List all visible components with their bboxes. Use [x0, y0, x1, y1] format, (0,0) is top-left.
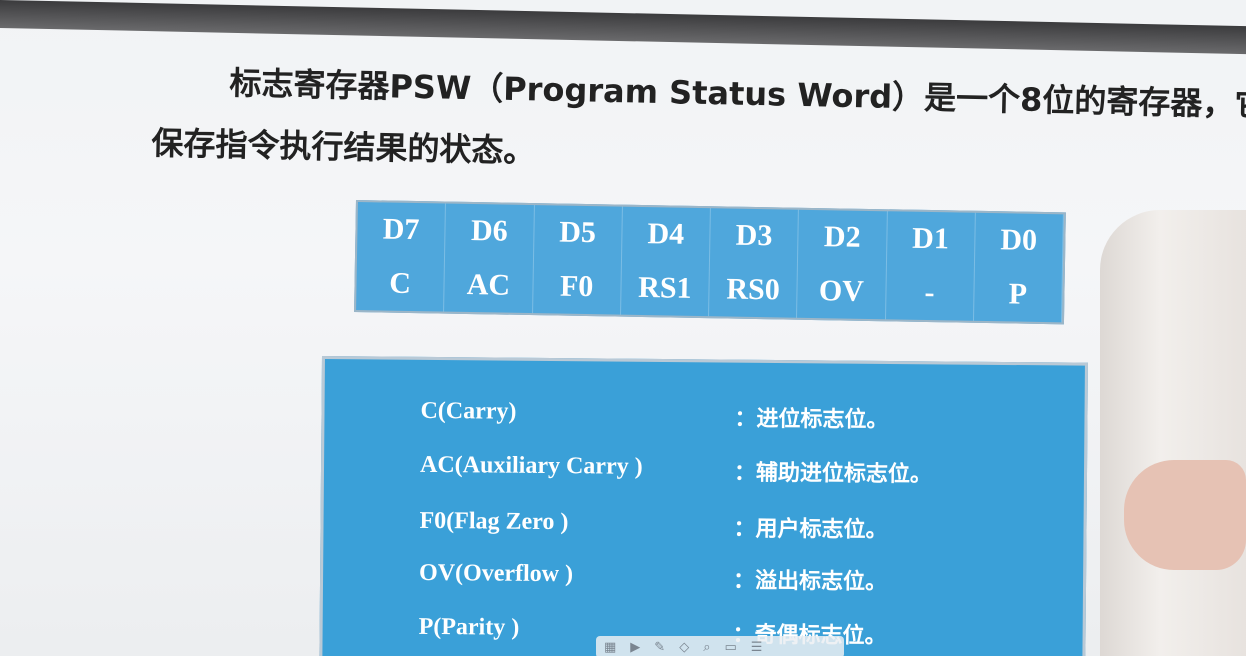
- flag-term: F0(Flag Zero ): [419, 507, 569, 536]
- bit-header: D5: [533, 205, 623, 261]
- menu-icon[interactable]: ☰: [751, 640, 763, 655]
- pen-icon[interactable]: ✎: [654, 640, 665, 655]
- flag-meaning: ：溢出标志位。: [732, 568, 888, 595]
- bit-header: D2: [798, 209, 888, 266]
- grid-icon[interactable]: ▦: [604, 640, 616, 655]
- flag-term: C(Carry): [420, 397, 517, 425]
- description-row: OV(Overflow ) ：溢出标志位。: [419, 560, 1059, 598]
- flag-name: -: [885, 265, 975, 321]
- description-row: AC(Auxiliary Carry ) ：辅助进位标志位。: [420, 452, 1060, 490]
- screen-bezel: [0, 0, 1246, 55]
- flag-meaning: ：辅助进位标志位。: [733, 460, 933, 488]
- screen-icon[interactable]: ▭: [724, 640, 736, 655]
- projection-screen: 标志寄存器PSW（Program Status Word）是一个8位的寄存器，它…: [0, 0, 1246, 656]
- flag-description-panel: C(Carry) ：进位标志位。 AC(Auxiliary Carry ) ：辅…: [319, 356, 1088, 656]
- presentation-toolbar[interactable]: ▦ ▶ ✎ ◇ ⌕ ▭ ☰: [596, 636, 844, 656]
- psw-bit-table: D7 D6 D5 D4 D3 D2 D1 D0 C AC F0 RS1 RS0 …: [354, 200, 1066, 325]
- flag-name: AC: [444, 257, 534, 314]
- flag-meaning: ：用户标志位。: [733, 516, 888, 543]
- flag-name: C: [356, 256, 446, 312]
- presenter-hand: [1124, 460, 1246, 570]
- flag-name: OV: [797, 263, 887, 320]
- flag-meaning: ：进位标志位。: [734, 406, 889, 433]
- bit-header: D3: [709, 208, 800, 264]
- flag-name: RS1: [620, 260, 710, 317]
- eraser-icon[interactable]: ◇: [679, 640, 689, 655]
- pointer-icon[interactable]: ▶: [630, 640, 640, 655]
- bit-header: D7: [357, 202, 447, 258]
- bit-header: D4: [621, 206, 711, 263]
- bit-header: D1: [886, 211, 976, 267]
- flag-term: AC(Auxiliary Carry ): [419, 451, 643, 480]
- bit-header: D6: [445, 203, 535, 260]
- description-row: F0(Flag Zero ) ：用户标志位。: [419, 508, 1059, 546]
- flag-name: RS0: [709, 262, 799, 318]
- flag-name: P: [973, 266, 1063, 323]
- bit-header: D0: [974, 212, 1064, 269]
- intro-line-1: 标志寄存器PSW（Program Status Word）是一个8位的寄存器，它…: [229, 63, 1246, 126]
- description-row: C(Carry) ：进位标志位。: [420, 398, 1060, 436]
- zoom-icon[interactable]: ⌕: [703, 640, 710, 655]
- intro-line-2: 保存指令执行结果的状态。: [151, 123, 536, 171]
- flag-name: F0: [532, 259, 622, 315]
- presenter-figure: [1100, 210, 1246, 656]
- flag-term: OV(Overflow ): [418, 559, 574, 588]
